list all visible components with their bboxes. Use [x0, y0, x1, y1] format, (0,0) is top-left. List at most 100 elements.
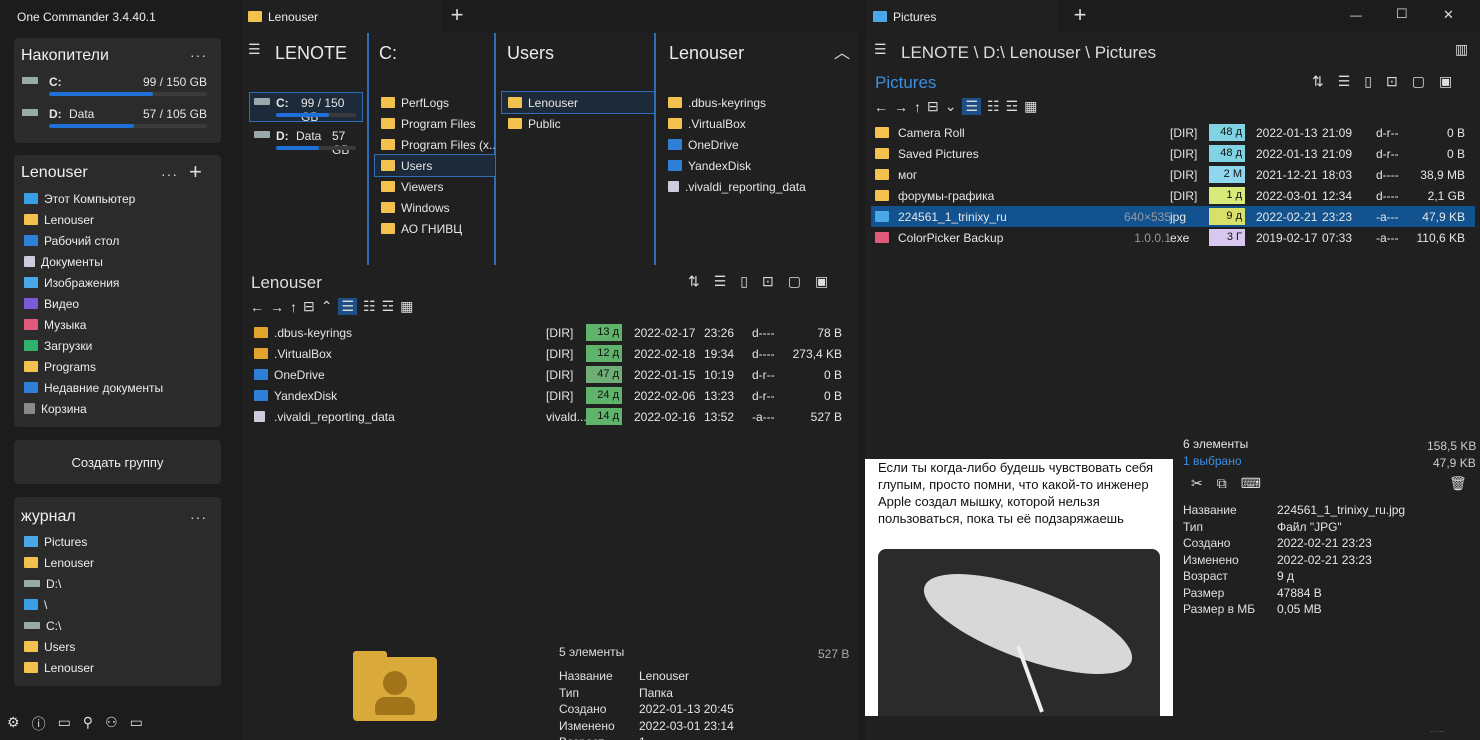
tiles-view-icon[interactable]: ☲: [382, 298, 395, 315]
back-icon[interactable]: ←: [250, 299, 264, 315]
up-icon[interactable]: ↑: [914, 99, 921, 115]
list-item[interactable]: Pictures: [24, 531, 214, 552]
tab-pictures[interactable]: Pictures: [867, 0, 1057, 33]
list-item[interactable]: \: [24, 594, 214, 615]
list-item[interactable]: D:\: [24, 573, 214, 594]
table-row[interactable]: YandexDisk [DIR] 24 д 2022-02-06 13:23 d-r-- 0…: [250, 385, 850, 406]
grid-view-icon[interactable]: ▦: [400, 298, 413, 315]
column-item[interactable]: PerfLogs: [375, 92, 495, 113]
column-item[interactable]: Users: [374, 154, 496, 177]
search-icon[interactable]: ⚲: [83, 714, 93, 734]
panel-icon[interactable]: ▭: [58, 714, 71, 734]
collapse-icon[interactable]: ︿: [834, 39, 850, 63]
menu-icon[interactable]: ☰: [248, 41, 261, 58]
menu-icon[interactable]: ☰: [874, 41, 887, 58]
list-item[interactable]: Загрузки: [24, 335, 214, 356]
new-file-icon[interactable]: ▯: [1364, 73, 1372, 90]
window-icon[interactable]: ▭: [130, 714, 143, 734]
network-icon[interactable]: ⚇: [105, 714, 118, 734]
column-item[interactable]: OneDrive: [662, 134, 852, 155]
forward-icon[interactable]: →: [270, 299, 284, 315]
drive-d[interactable]: D: Data 57 GB: [250, 126, 362, 157]
column-item[interactable]: Windows: [375, 197, 495, 218]
close-button[interactable]: ✕: [1443, 7, 1454, 23]
column-item[interactable]: Viewers: [375, 176, 495, 197]
details-view-icon[interactable]: ☰: [338, 298, 358, 315]
column-item[interactable]: .dbus-keyrings: [662, 92, 852, 113]
sort-icon[interactable]: ⇅: [688, 273, 700, 290]
back-icon[interactable]: ←: [874, 99, 888, 115]
info-icon[interactable]: ⓘ: [32, 714, 46, 734]
drive-c[interactable]: C: 99 / 150 GB: [249, 92, 363, 124]
new-tab-button[interactable]: +: [1069, 4, 1091, 27]
list-item[interactable]: Lenouser: [24, 657, 214, 678]
list-icon[interactable]: ☰: [1338, 73, 1351, 90]
new-file-icon[interactable]: ▯: [740, 273, 748, 290]
open-folder-icon[interactable]: ⊟: [303, 298, 315, 315]
up-icon[interactable]: ↑: [290, 299, 297, 315]
table-row[interactable]: 224561_1_trinixy_ru 640×535 jpg 9 д 2022-02-…: [871, 206, 1475, 227]
message-icon[interactable]: ▢: [1412, 73, 1425, 90]
column-item[interactable]: АО ГНИВЦ: [375, 218, 495, 239]
table-row[interactable]: форумы-графика [DIR] 1 д 2022-03-01 12:34 d--…: [871, 185, 1475, 206]
list-item[interactable]: Lenouser: [24, 209, 214, 230]
table-row[interactable]: ColorPicker Backup 1.0.0.1 exe 3 Г 2019-02-1…: [871, 227, 1475, 248]
table-row[interactable]: Camera Roll [DIR] 48 д 2022-01-13 21:09 d-r--…: [871, 122, 1475, 143]
table-row[interactable]: .VirtualBox [DIR] 12 д 2022-02-18 19:34 d----…: [250, 343, 850, 364]
list-item[interactable]: Этот Компьютер: [24, 188, 214, 209]
minimize-button[interactable]: —: [1350, 8, 1362, 22]
list-item[interactable]: Users: [24, 636, 214, 657]
list-item[interactable]: Изображения: [24, 272, 214, 293]
chevron-down-icon[interactable]: ⌄: [945, 98, 957, 115]
column-item[interactable]: YandexDisk: [662, 155, 852, 176]
new-folder-icon[interactable]: ⊡: [762, 273, 774, 290]
breadcrumb[interactable]: LENOTE \ D:\ Lenouser \ Pictures: [901, 43, 1156, 63]
more-icon[interactable]: ···: [161, 166, 178, 182]
open-folder-icon[interactable]: ⊟: [927, 98, 939, 115]
list-item[interactable]: Рабочий стол: [24, 230, 214, 251]
list-view-icon[interactable]: ☷: [987, 98, 1000, 115]
message-icon[interactable]: ▢: [788, 273, 801, 290]
list-item[interactable]: Документы: [24, 251, 214, 272]
table-row[interactable]: OneDrive [DIR] 47 д 2022-01-15 10:19 d-r-- 0 B: [250, 364, 850, 385]
clipboard-icon[interactable]: ▣: [1439, 73, 1452, 90]
list-item[interactable]: C:\: [24, 615, 214, 636]
add-icon[interactable]: +: [189, 159, 202, 185]
settings-icon[interactable]: ⚙: [7, 714, 20, 734]
clipboard-icon[interactable]: ▣: [815, 273, 828, 290]
column-item[interactable]: Lenouser: [501, 91, 655, 114]
table-row[interactable]: .dbus-keyrings [DIR] 13 д 2022-02-17 23:26 d-…: [250, 322, 850, 343]
details-view-icon[interactable]: ☰: [962, 98, 982, 115]
list-icon[interactable]: ☰: [714, 273, 727, 290]
copy-icon[interactable]: ⧉: [1217, 475, 1227, 492]
rename-icon[interactable]: ⌨: [1241, 475, 1261, 492]
list-view-icon[interactable]: ☷: [363, 298, 376, 315]
table-row[interactable]: Saved Pictures [DIR] 48 д 2022-01-13 21:09 d-…: [871, 143, 1475, 164]
cut-icon[interactable]: ✂: [1191, 475, 1203, 492]
columns-view-icon[interactable]: ▥: [1455, 41, 1468, 58]
column-item[interactable]: .VirtualBox: [662, 113, 852, 134]
column-item[interactable]: .vivaldi_reporting_data: [662, 176, 852, 197]
list-item[interactable]: Музыка: [24, 314, 214, 335]
chevron-up-icon[interactable]: ⌃: [321, 298, 333, 315]
column-item[interactable]: Program Files (x...: [375, 134, 495, 155]
delete-icon[interactable]: 🗑: [1449, 475, 1467, 492]
list-item[interactable]: Корзина: [24, 398, 214, 419]
list-item[interactable]: Видео: [24, 293, 214, 314]
table-row[interactable]: мог [DIR] 2 М 2021-12-21 18:03 d---- 38,9 MB: [871, 164, 1475, 185]
column-item[interactable]: Program Files: [375, 113, 495, 134]
tiles-view-icon[interactable]: ☲: [1006, 98, 1019, 115]
table-row[interactable]: .vivaldi_reporting_data vivald... 14 д 2022…: [250, 406, 850, 427]
more-icon[interactable]: ···: [190, 509, 207, 525]
forward-icon[interactable]: →: [894, 99, 908, 115]
sort-icon[interactable]: ⇅: [1312, 73, 1324, 90]
tab-lenouser[interactable]: Lenouser: [242, 0, 442, 33]
more-icon[interactable]: ···: [190, 47, 207, 63]
grid-view-icon[interactable]: ▦: [1024, 98, 1037, 115]
create-group-button[interactable]: Создать группу: [14, 440, 221, 484]
maximize-button[interactable]: ☐: [1396, 6, 1408, 22]
list-item[interactable]: Lenouser: [24, 552, 214, 573]
list-item[interactable]: Programs: [24, 356, 214, 377]
new-folder-icon[interactable]: ⊡: [1386, 73, 1398, 90]
column-item[interactable]: Public: [502, 113, 654, 134]
